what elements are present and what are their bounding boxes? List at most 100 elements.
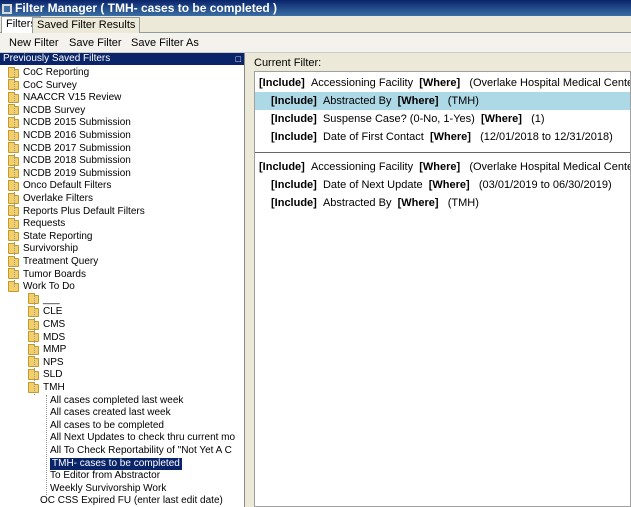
- tree-item-label: All To Check Reportability of "Not Yet A…: [50, 445, 232, 456]
- tree-filter-item[interactable]: All cases created last week: [50, 407, 171, 419]
- filter-field: Abstracted By: [322, 95, 392, 107]
- tree-item-label: NCDB 2017 Submission: [23, 142, 131, 154]
- filter-field: Date of Next Update: [322, 179, 423, 191]
- tab-strip: Filters Saved Filter Results: [0, 16, 631, 33]
- save-filter-button[interactable]: Save Filter: [69, 37, 122, 49]
- tree-folder-item[interactable]: Reports Plus Default Filters: [8, 205, 145, 218]
- tree-folder-item[interactable]: NAACCR V15 Review: [8, 91, 122, 104]
- window-titlebar: Filter Manager ( TMH- cases to be comple…: [0, 0, 631, 16]
- saved-filters-panel: Previously Saved Filters □ CoC Reporting…: [0, 53, 245, 507]
- group-separator: [255, 152, 630, 153]
- filter-value: (Overlake Hospital Medical Center): [469, 77, 631, 89]
- tree-item-label: State Reporting: [23, 230, 93, 242]
- tree-folder-item[interactable]: Onco Default Filters: [8, 179, 112, 192]
- tree-filter-item[interactable]: OC CSS Expired FU (enter last edit date): [40, 495, 223, 507]
- tree-folder-item[interactable]: Survivorship: [8, 242, 79, 255]
- tree-folder-item[interactable]: NCDB 2017 Submission: [8, 142, 131, 155]
- filter-value: (TMH): [447, 197, 479, 209]
- current-filter-panel: Current Filter: [Include] Accessioning F…: [246, 53, 631, 507]
- tree-item-label: NAACCR V15 Review: [23, 92, 122, 104]
- tree-item-label: All Next Updates to check thru current m…: [50, 432, 236, 444]
- tree-filter-item[interactable]: TMH- cases to be completed: [50, 457, 182, 470]
- filter-condition-row[interactable]: [Include] Date of First Contact [Where] …: [271, 128, 613, 146]
- tree-item-label: ___: [43, 293, 60, 305]
- where-keyword: [Where]: [397, 197, 439, 209]
- tree-item-label: Overlake Filters: [23, 193, 94, 204]
- tab-saved-filter-results[interactable]: Saved Filter Results: [32, 17, 141, 33]
- tree-item-label: To Editor from Abstractor: [50, 470, 161, 482]
- tree-folder-item[interactable]: CoC Reporting: [8, 66, 90, 79]
- tree-folder-item[interactable]: State Reporting: [8, 230, 93, 243]
- tree-folder-item[interactable]: NCDB 2015 Submission: [8, 116, 131, 129]
- save-filter-as-button[interactable]: Save Filter As: [131, 37, 199, 49]
- tree-folder-item[interactable]: NCDB 2019 Submission: [8, 167, 131, 180]
- filter-field: Accessioning Facility: [310, 77, 414, 89]
- tree-folder-item[interactable]: Tumor Boards: [8, 268, 86, 281]
- tree-item-label: CLE: [43, 306, 63, 318]
- tree-filter-item[interactable]: To Editor from Abstractor: [50, 470, 160, 482]
- tree-folder-item[interactable]: Overlake Filters: [8, 192, 94, 205]
- filter-value: (12/01/2018 to 12/31/2018): [480, 131, 613, 143]
- tree-item-label: TMH- cases to be completed: [50, 457, 182, 470]
- tree-folder-item[interactable]: Work To Do: [8, 280, 75, 293]
- tree-item-label: Reports Plus Default Filters: [23, 205, 145, 217]
- where-keyword: [Where]: [419, 77, 461, 89]
- pin-icon[interactable]: □: [236, 53, 241, 65]
- tree-item-label: Onco Default Filters: [23, 180, 112, 192]
- tree-item-label: TMH: [43, 382, 65, 393]
- tree-filter-item[interactable]: All cases completed last week: [50, 395, 183, 407]
- tree-folder-item[interactable]: NCDB Survey: [8, 104, 86, 117]
- filter-condition-row[interactable]: [Include] Abstracted By [Where] (TMH): [255, 92, 630, 110]
- tree-item-label: MMP: [43, 344, 67, 356]
- include-keyword: [Include]: [271, 131, 317, 143]
- tree-item-label: All cases completed last week: [50, 394, 184, 406]
- tree-item-label: CoC Reporting: [23, 67, 90, 78]
- tree-filter-item[interactable]: All cases to be completed: [50, 420, 164, 432]
- tree-item-label: NCDB Survey: [23, 104, 86, 116]
- tree-filter-item[interactable]: All To Check Reportability of "Not Yet A…: [50, 445, 232, 457]
- tree-guide-line: [34, 293, 35, 395]
- window-title: Filter Manager ( TMH- cases to be comple…: [15, 1, 278, 15]
- tree-item-label: Work To Do: [23, 281, 75, 293]
- tree-folder-item[interactable]: NCDB 2018 Submission: [8, 154, 131, 167]
- filter-value: (1): [531, 113, 545, 125]
- filter-value: (03/01/2019 to 06/30/2019): [478, 179, 612, 191]
- tree-item-label: Survivorship: [23, 243, 79, 255]
- filter-value: (Overlake Hospital Medical Center): [469, 161, 631, 173]
- tree-item-label: OC CSS Expired FU (enter last edit date): [40, 495, 223, 507]
- tree-folder-item[interactable]: NCDB 2016 Submission: [8, 129, 131, 142]
- tree-folder-item[interactable]: ___: [28, 293, 60, 306]
- include-keyword: [Include]: [259, 77, 305, 89]
- saved-filters-title: Previously Saved Filters: [3, 53, 111, 64]
- tree-item-label: All cases to be completed: [50, 419, 164, 431]
- where-keyword: [Where]: [397, 95, 439, 107]
- tree-item-label: CoC Survey: [23, 79, 77, 91]
- tree-guide-line: [14, 67, 15, 288]
- new-filter-button[interactable]: New Filter: [9, 37, 59, 49]
- tree-folder-item[interactable]: Treatment Query: [8, 255, 99, 268]
- filter-group-row[interactable]: [Include] Accessioning Facility [Where] …: [259, 74, 631, 92]
- tree-item-label: Tumor Boards: [23, 268, 86, 280]
- filter-field: Date of First Contact: [322, 131, 424, 143]
- where-keyword: [Where]: [480, 113, 522, 125]
- filter-field: Accessioning Facility: [310, 161, 414, 173]
- tree-item-label: Treatment Query: [23, 256, 99, 267]
- include-keyword: [Include]: [271, 179, 317, 191]
- tree-item-label: SLD: [43, 369, 63, 381]
- tree-item-label: CMS: [43, 319, 66, 330]
- saved-filters-header: Previously Saved Filters □: [0, 53, 244, 65]
- current-filter-box: [Include] Accessioning Facility [Where] …: [254, 71, 631, 507]
- tree-item-label: MDS: [43, 331, 66, 343]
- tree-item-label: Weekly Survivorship Work: [50, 482, 167, 494]
- tree-folder-item[interactable]: CoC Survey: [8, 79, 77, 92]
- app-icon: [2, 3, 12, 14]
- tree-folder-item[interactable]: Requests: [8, 217, 65, 230]
- filter-condition-row[interactable]: [Include] Suspense Case? (0-No, 1-Yes) […: [271, 110, 545, 128]
- tree-item-label: NCDB 2019 Submission: [23, 167, 131, 179]
- tree-filter-item[interactable]: Weekly Survivorship Work: [50, 483, 166, 495]
- filter-group-row[interactable]: [Include] Accessioning Facility [Where] …: [259, 158, 631, 176]
- filter-condition-row[interactable]: [Include] Date of Next Update [Where] (0…: [271, 176, 612, 194]
- tree-filter-item[interactable]: All Next Updates to check thru current m…: [50, 432, 235, 444]
- filter-condition-row[interactable]: [Include] Abstracted By [Where] (TMH): [271, 194, 479, 212]
- tree-item-label: NCDB 2018 Submission: [23, 155, 131, 167]
